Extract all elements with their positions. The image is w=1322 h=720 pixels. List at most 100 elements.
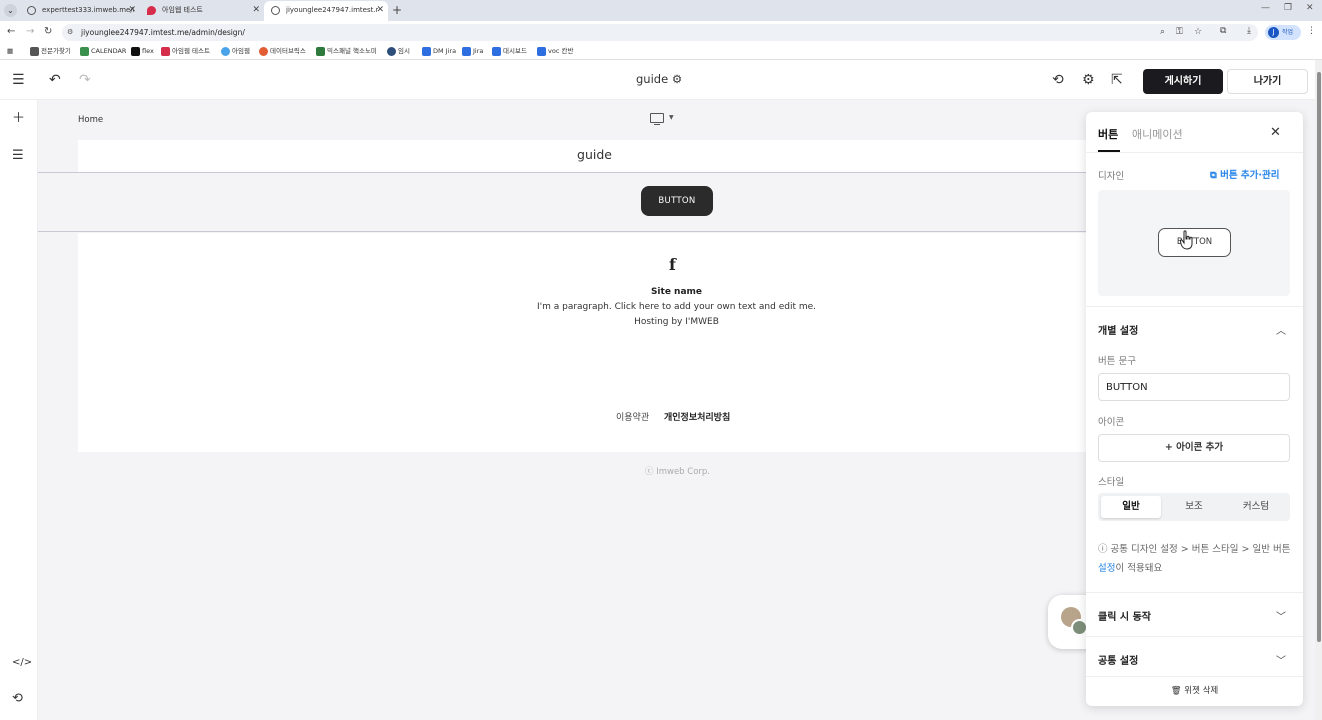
left-rail: ＋ ☰ </> ⟲	[0, 100, 38, 720]
profile-button[interactable]: J 작업	[1265, 25, 1301, 40]
history-icon[interactable]: ⟲	[1052, 72, 1064, 88]
history-icon[interactable]: ⟲	[12, 692, 23, 706]
icon-label: 아이콘	[1098, 417, 1125, 428]
document-title[interactable]: guide ⚙	[636, 72, 682, 86]
style-option-custom[interactable]: 커스텀	[1226, 496, 1286, 518]
close-icon[interactable]: ✕	[376, 1, 384, 20]
individual-settings-title[interactable]: 개별 설정	[1098, 322, 1138, 337]
scrollbar-thumb[interactable]	[1317, 72, 1321, 642]
calendar-icon	[80, 47, 89, 56]
delete-widget-button[interactable]: 🗑 위젯 삭제	[1086, 684, 1303, 696]
privacy-link[interactable]: 개인정보처리방침	[664, 410, 730, 423]
folder-icon	[387, 47, 396, 56]
bookmark-9[interactable]: DM Jira	[422, 46, 456, 57]
browser-menu-icon[interactable]: ⋮	[1307, 26, 1316, 36]
browser-tab-2[interactable]: 아임웹 테스트 ✕	[140, 1, 264, 21]
url-text: jiyounglee247947.imtest.me/admin/design/	[81, 28, 245, 37]
code-icon[interactable]: </>	[12, 656, 32, 670]
sheet-icon	[316, 47, 325, 56]
style-option-secondary[interactable]: 보조	[1164, 496, 1224, 518]
hand-cursor-icon	[1180, 230, 1193, 250]
settings-gear-icon[interactable]: ⚙	[1082, 72, 1095, 88]
site-info-icon[interactable]: ⚙	[67, 28, 76, 37]
tab-button[interactable]: 버튼	[1098, 126, 1118, 142]
bookmark-4[interactable]: 아임웹 테스트	[161, 46, 210, 57]
external-link-icon: ⧉	[1210, 170, 1217, 181]
monitor-icon	[650, 113, 664, 123]
bookmark-star-icon[interactable]: ☆	[1194, 27, 1202, 37]
browser-tab-strip: ⌄ experttest333.imweb.me/adm ✕ 아임웹 테스트 ✕…	[0, 0, 1322, 21]
add-icon[interactable]: ＋	[12, 112, 25, 126]
avatar: J	[1268, 27, 1279, 38]
footer-section[interactable]: f Site name	[78, 233, 1111, 452]
extensions-icon[interactable]: ⧉	[1220, 26, 1226, 36]
page-label[interactable]: Home	[78, 115, 103, 125]
jira-icon	[462, 47, 471, 56]
reload-icon[interactable]: ↻	[44, 25, 52, 39]
zoom-icon[interactable]: ⌕	[1160, 27, 1165, 37]
external-link-icon[interactable]: ⇱	[1111, 72, 1123, 88]
heart-icon	[221, 47, 230, 56]
add-icon-button[interactable]: + 아이콘 추가	[1098, 434, 1290, 462]
close-icon[interactable]: ✕	[1270, 125, 1281, 140]
facebook-icon[interactable]: f	[669, 255, 676, 274]
forward-icon[interactable]: →	[26, 25, 34, 39]
undo-icon[interactable]: ↶	[49, 72, 61, 88]
apps-grid-icon[interactable]: ▦	[7, 46, 13, 57]
preview-button[interactable]: BUTTON	[1158, 228, 1231, 257]
close-icon[interactable]: ✕	[128, 1, 136, 20]
device-selector[interactable]: ▼	[650, 113, 676, 127]
window-close-icon[interactable]: ✕	[1306, 3, 1314, 13]
bookmark-1[interactable]: 전문가찾기	[30, 46, 71, 57]
close-icon[interactable]: ✕	[252, 1, 260, 20]
bookmark-5[interactable]: 아임웹	[221, 46, 250, 57]
password-key-icon[interactable]: ⚿	[1176, 27, 1183, 37]
bookmark-6[interactable]: 데이터브릭스	[259, 46, 306, 57]
address-bar[interactable]: ⚙ jiyounglee247947.imtest.me/admin/desig…	[62, 24, 1258, 41]
menu-icon[interactable]: ☰	[12, 72, 25, 88]
settings-link[interactable]: 설정	[1098, 563, 1115, 574]
bookmark-11[interactable]: 대시보드	[492, 46, 527, 57]
manage-buttons-link[interactable]: ⧉ 버튼 추가·관리	[1210, 167, 1279, 181]
back-icon[interactable]: ←	[7, 25, 15, 39]
minimize-icon[interactable]: —	[1261, 3, 1270, 13]
download-icon[interactable]: ⤓	[1247, 26, 1251, 36]
gear-icon[interactable]: ⚙	[672, 72, 682, 86]
bookmark-8[interactable]: 임시	[387, 46, 410, 57]
exit-button[interactable]: 나가기	[1227, 69, 1308, 94]
layers-icon[interactable]: ☰	[12, 149, 24, 163]
redo-icon[interactable]: ↷	[79, 72, 91, 88]
tab-animation[interactable]: 애니메이션	[1132, 126, 1183, 142]
browser-tab-1[interactable]: experttest333.imweb.me/adm ✕	[20, 1, 140, 21]
button-text-label: 버튼 문구	[1098, 356, 1136, 367]
publish-button[interactable]: 게시하기	[1143, 69, 1223, 94]
button-section[interactable]	[38, 172, 1111, 232]
bookmark-3[interactable]: flex	[131, 46, 154, 57]
site-title[interactable]: guide	[78, 147, 1111, 162]
style-info-note: ⓘ 공통 디자인 설정 > 버튼 스타일 > 일반 버튼 설정이 적용돼요	[1098, 544, 1291, 574]
imweb-icon	[147, 6, 156, 15]
bookmark-10[interactable]: Jira	[462, 46, 483, 57]
canvas-button-widget[interactable]: BUTTON	[641, 186, 713, 216]
new-tab-button[interactable]: +	[392, 2, 402, 19]
style-option-general[interactable]: 일반	[1101, 496, 1161, 518]
chevron-up-icon[interactable]: ︿	[1276, 322, 1286, 337]
click-action-title[interactable]: 클릭 시 동작	[1098, 608, 1151, 623]
info-icon: ⓘ	[1098, 544, 1108, 555]
chevron-down-icon[interactable]: ﹀	[1276, 652, 1286, 667]
header-section[interactable]: guide	[78, 140, 1111, 172]
button-settings-panel: 버튼 애니메이션 ✕ 디자인 ⧉ 버튼 추가·관리 BUTTON 개별 설정 ︿…	[1086, 112, 1303, 706]
bookmark-7[interactable]: 믹스패널 핵소노미	[316, 46, 377, 57]
bookmark-2[interactable]: CALENDAR	[80, 46, 126, 57]
browser-tab-3[interactable]: jiyounglee247947.imtest.me/a ✕	[264, 1, 388, 21]
bookmark-12[interactable]: voc 칸반	[537, 46, 573, 57]
databricks-icon	[259, 47, 268, 56]
restore-icon[interactable]: ❐	[1284, 3, 1292, 13]
common-settings-title[interactable]: 공통 설정	[1098, 652, 1138, 667]
chevron-down-icon: ▼	[669, 114, 674, 121]
button-text-input[interactable]	[1098, 373, 1290, 401]
jira-icon	[537, 47, 546, 56]
terms-link[interactable]: 이용약관	[616, 410, 649, 423]
tab-search-icon[interactable]: ⌄	[4, 4, 17, 17]
chevron-down-icon[interactable]: ﹀	[1276, 608, 1286, 623]
